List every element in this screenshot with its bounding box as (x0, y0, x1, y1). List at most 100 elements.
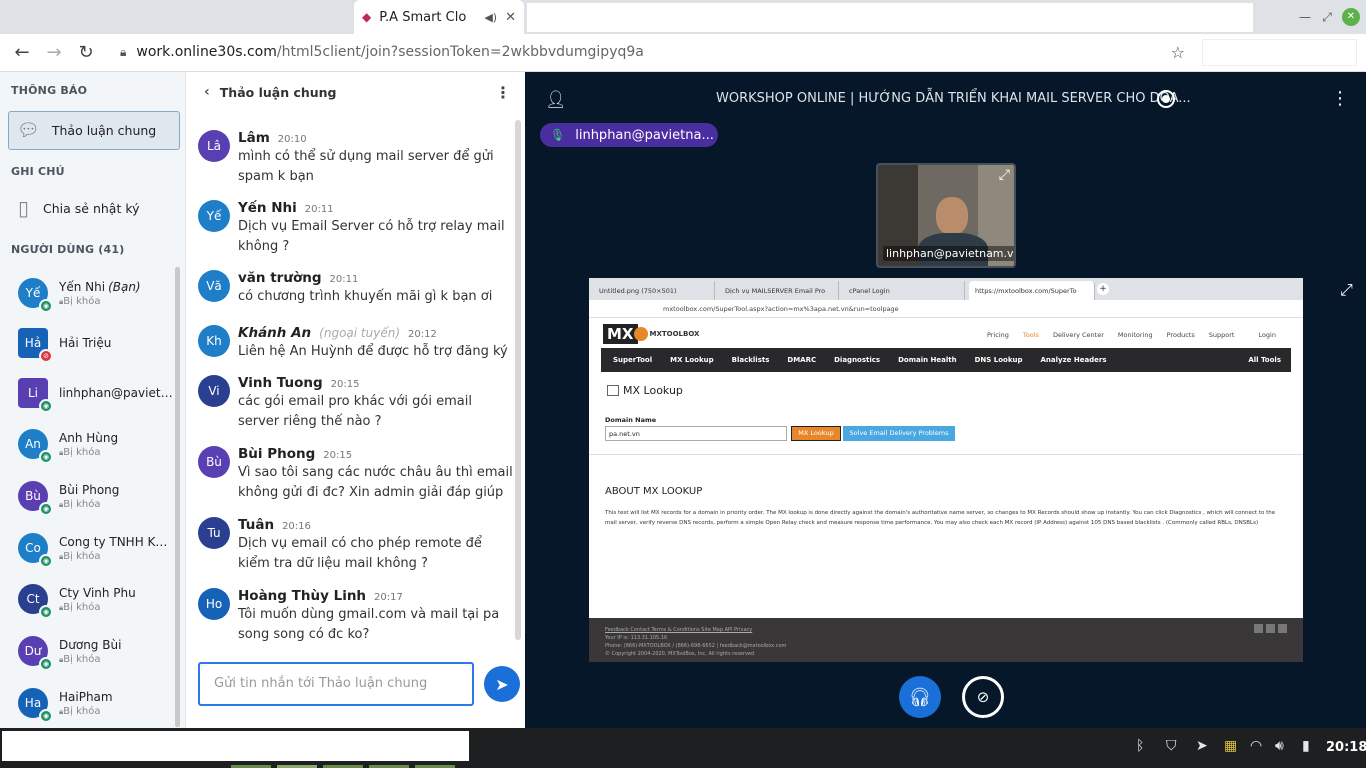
bluetooth-icon[interactable]: ᛒ (1136, 738, 1144, 754)
mic-status-icon: ◉ (39, 399, 53, 413)
close-tab-icon[interactable]: ✕ (505, 10, 516, 25)
user-list-item[interactable]: Hả ⊘ Hải Triệu (0, 317, 178, 369)
avatar: Li ◉ (18, 378, 53, 413)
slide-tab-4: https://mxtoolbox.com/SuperTo (969, 281, 1095, 300)
webcam-label: linhphan@pavietnam.vn (883, 246, 1014, 261)
battery-icon[interactable]: ▮ (1302, 738, 1310, 754)
url-text: work.online30s.com/html5client/join?sess… (136, 44, 644, 60)
avatar: Ct ◉ (18, 584, 53, 619)
chat-message: Yế Yến Nhi 20:11 Dịch vụ Email Server có hỗ… (198, 200, 516, 257)
slide-footer-links: Feedback Contact Terms & Conditions Site… (605, 627, 753, 633)
message-time: 20:10 (277, 134, 307, 145)
back-button[interactable]: ← (6, 42, 38, 63)
browser-tab-title: P.A Smart Clo (379, 9, 467, 25)
slide-nav-item: Domain Health (898, 356, 957, 364)
user-name: Yến Nhi (Bạn) (59, 279, 141, 294)
user-list-item[interactable]: Yế ◉ Yến Nhi (Bạn) 🔒︎Bị khóa (0, 267, 178, 319)
user-list-item[interactable]: Ha ◉ HaiPham 🔒︎Bị khóa (0, 677, 178, 728)
forward-button[interactable]: → (38, 42, 70, 63)
slide-tab-2: Dịch vụ MAILSERVER Email Pro (719, 281, 839, 300)
webcam-video[interactable]: ⤢ linhphan@pavietnam.vn (876, 163, 1016, 268)
user-locked-status: 🔒︎Bị khóa (59, 498, 101, 510)
avatar: Bù (198, 446, 230, 478)
user-list-item[interactable]: Li ◉ linhphan@pavietna... (0, 367, 178, 419)
meeting-title: WORKSHOP ONLINE | HƯỚNG DẪN TRIỂN KHAI M… (716, 91, 1191, 106)
shared-notes-item[interactable]: ▯ Chia sẻ nhật ký (18, 196, 140, 220)
user-list-panel: THÔNG BÁO 💬︎ Thảo luận chung GHI CHÚ ▯ C… (0, 72, 186, 728)
message-text: Vì sao tôi sang các nước châu âu thì ema… (238, 465, 513, 500)
slide-top-link: Login (1258, 331, 1276, 339)
slide-nav-item: Diagnostics (834, 356, 881, 364)
user-menu-icon[interactable]: 👤︎ (545, 90, 567, 110)
avatar-initials: Co (25, 541, 41, 555)
chat-message: Vi Vinh Tuong 20:15 các gói email pro khác … (198, 375, 516, 432)
avatar: Tu (198, 517, 230, 549)
media-controls: 🎧︎ ⊘ (525, 674, 1366, 724)
message-time: 20:16 (282, 521, 311, 532)
you-indicator: (Bạn) (108, 279, 141, 294)
user-locked-status: 🔒︎Bị khóa (59, 550, 101, 562)
mic-status-icon: ◉ (39, 554, 53, 568)
user-list-item[interactable]: Co◉ Cong ty TNHH Khoi ...🔒︎Bị khóa (0, 522, 178, 574)
shield-icon[interactable]: ⛉ (1166, 738, 1177, 754)
close-window-button[interactable]: ✕ (1342, 8, 1360, 26)
message-time: 20:11 (329, 274, 359, 285)
speaker-icon[interactable]: ◀) (484, 11, 497, 24)
avatar: Yế (198, 200, 230, 232)
avatar-initials: Bù (25, 489, 41, 503)
recording-icon[interactable] (1157, 90, 1175, 108)
lock-icon: 🔒︎ (120, 44, 127, 59)
url-bar[interactable]: 🔒︎ work.online30s.com/html5client/join?s… (110, 38, 1195, 66)
user-list-scrollbar[interactable] (175, 267, 180, 727)
avatar-initials: Yế (25, 286, 41, 300)
bookmark-star-icon[interactable]: ☆ (1171, 43, 1185, 62)
chat-message: Bù Bùi Phong 20:15 Vì sao tôi sang các nước… (198, 446, 516, 503)
grid-app-icon[interactable]: ▦ (1224, 738, 1237, 754)
presentation-fullscreen-icon[interactable]: ⤢ (1340, 280, 1353, 300)
chat-scrollbar[interactable] (515, 120, 521, 640)
user-list-item[interactable]: Bù ◉ Bùi Phong 🔒︎Bị khóa (0, 470, 178, 522)
presentation-area: 👤︎ WORKSHOP ONLINE | HƯỚNG DẪN TRIỂN KHA… (525, 72, 1366, 728)
slide-divider (589, 454, 1303, 455)
chat-message: Kh Khánh An (ngoại tuyến) 20:12 Liên hệ An H… (198, 325, 516, 362)
send-message-button[interactable]: ➤ (484, 666, 520, 702)
avatar-initials: An (25, 437, 41, 451)
mic-status-icon: ◉ (39, 450, 53, 464)
fullscreen-icon[interactable]: ⤢ (999, 167, 1010, 183)
message-time: 20:12 (408, 329, 437, 340)
message-text: các gói email pro khác với gói email ser… (238, 394, 472, 429)
microphone-icon: 🎙︎ (550, 128, 566, 142)
slide-nav-item: Blacklists (731, 356, 770, 364)
user-locked-status: 🔒︎Bị khóa (59, 601, 101, 613)
public-chat-item[interactable]: 💬︎ Thảo luận chung (8, 111, 180, 150)
minimize-window-button[interactable]: — (1296, 8, 1314, 26)
volume-icon[interactable]: 🔊︎ (1275, 738, 1284, 754)
share-webcam-button[interactable]: ⊘ (962, 676, 1004, 718)
audio-headphone-button[interactable]: 🎧︎ (899, 676, 941, 718)
wifi-icon[interactable]: ◠ (1250, 738, 1262, 754)
restore-window-button[interactable]: ⤢ (1318, 8, 1336, 26)
chat-message-input[interactable]: Gửi tin nhắn tới Thảo luận chung (198, 662, 474, 706)
user-list-item[interactable]: An ◉ Anh Hùng 🔒︎Bị khóa (0, 418, 178, 470)
message-text: Liên hệ An Huỳnh để được hỗ trợ đăng ký (238, 344, 508, 359)
send-arrow-icon[interactable]: ➤ (1196, 738, 1208, 754)
reload-button[interactable]: ↻ (70, 42, 102, 63)
options-menu-icon[interactable]: ⋮ (1331, 88, 1349, 109)
send-icon: ➤ (495, 674, 509, 694)
slide-nav-item: MX Lookup (670, 356, 714, 364)
user-locked-status: 🔒︎Bị khóa (59, 446, 101, 458)
slide-top-links: Pricing Tools Delivery Center Monitoring Pro… (987, 331, 1276, 339)
slide-top-link: Products (1166, 331, 1195, 339)
avatar: Ha ◉ (18, 688, 53, 723)
taskbar-window-preview[interactable] (2, 731, 469, 761)
slide-top-link: Delivery Center (1052, 331, 1104, 339)
users-heading: NGƯỜI DÙNG (41) (11, 243, 125, 256)
user-list-item[interactable]: Ct ◉ Cty Vinh Phu 🔒︎Bị khóa (0, 573, 178, 625)
chat-options-icon[interactable]: ⋮ (495, 83, 511, 102)
avatar: Vă (198, 270, 230, 302)
user-list-item[interactable]: Dư ◉ Dương Bùi 🔒︎Bị khóa (0, 625, 178, 677)
chevron-left-icon[interactable]: ‹ (204, 84, 210, 100)
browser-tab[interactable]: ◆ P.A Smart Clo ◀) ✕ (354, 0, 524, 34)
avatar: Yế ◉ (18, 278, 53, 313)
offline-indicator: (ngoại tuyến) (319, 326, 401, 340)
